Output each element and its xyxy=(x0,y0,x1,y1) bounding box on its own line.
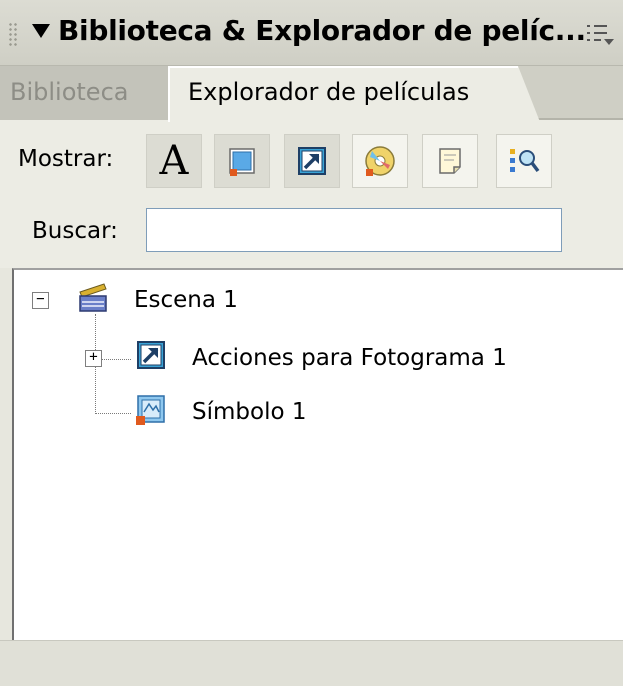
drag-grip-icon[interactable] xyxy=(8,22,18,48)
actionscript-icon xyxy=(298,147,326,175)
tree-item-frame-actions[interactable]: Acciones para Fotograma 1 xyxy=(192,336,507,380)
movieclip-symbol-icon xyxy=(136,395,165,425)
panel-title: Biblioteca & Explorador de pelíc... xyxy=(58,14,586,47)
movie-explorer-tree[interactable]: − Escena 1 + Acciones para Fotograma 1 S… xyxy=(12,268,623,640)
show-frames-layers-button[interactable] xyxy=(422,134,478,188)
tab-explorador-de-peliculas[interactable]: Explorador de películas xyxy=(168,66,540,122)
show-actionscript-button[interactable] xyxy=(284,134,340,188)
tab-biblioteca[interactable]: Biblioteca xyxy=(0,66,172,120)
action-arrow-icon xyxy=(137,341,165,369)
clapperboard-icon xyxy=(79,283,107,312)
search-input[interactable] xyxy=(146,208,562,252)
collapse-toggle-icon[interactable]: − xyxy=(32,292,49,309)
panel-titlebar[interactable]: Biblioteca & Explorador de pelíc... xyxy=(0,0,623,66)
tree-item-symbol[interactable]: Símbolo 1 xyxy=(192,390,306,434)
frames-layers-icon xyxy=(439,148,461,174)
movie-explorer-toolbar: Mostrar: A Buscar: xyxy=(0,120,623,268)
collapse-arrow-icon[interactable] xyxy=(32,24,50,38)
customize-filter-icon xyxy=(510,149,540,173)
tree-item-label: Acciones para Fotograma 1 xyxy=(192,345,507,371)
buttons-movieclips-graphics-icon xyxy=(229,148,255,176)
tree-item-label: Escena 1 xyxy=(134,287,238,313)
search-label: Buscar: xyxy=(32,218,118,244)
customize-filter-button[interactable] xyxy=(496,134,552,188)
show-text-button[interactable]: A xyxy=(146,134,202,188)
show-label: Mostrar: xyxy=(18,146,114,172)
video-sound-bitmap-icon xyxy=(365,146,395,176)
show-buttons-movieclips-graphics-button[interactable] xyxy=(214,134,270,188)
expand-toggle-icon[interactable]: + xyxy=(85,350,102,367)
tree-connector xyxy=(95,413,131,414)
status-bar xyxy=(0,640,623,686)
tree-item-scene[interactable]: Escena 1 xyxy=(134,278,238,322)
tree-item-label: Símbolo 1 xyxy=(192,399,307,425)
text-icon: A xyxy=(159,138,189,184)
options-menu-icon[interactable] xyxy=(585,20,615,50)
tab-strip: Biblioteca Explorador de películas xyxy=(0,66,623,122)
show-video-sound-bitmap-button[interactable] xyxy=(352,134,408,188)
